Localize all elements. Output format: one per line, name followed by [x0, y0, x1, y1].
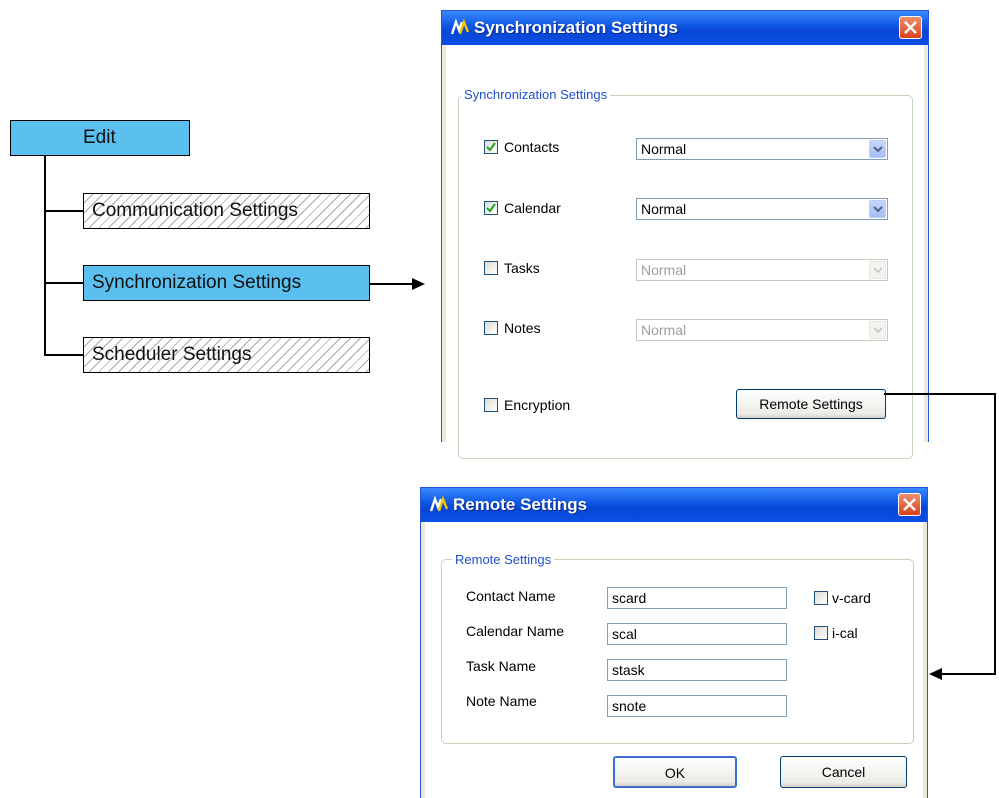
checkmark-icon — [486, 142, 496, 152]
connector-line — [994, 393, 996, 675]
notes-label: Notes — [504, 320, 541, 336]
tree-trunk — [44, 156, 46, 355]
contacts-mode-select[interactable]: Normal — [636, 138, 888, 160]
connector-line — [884, 393, 996, 395]
calendar-checkbox[interactable] — [484, 201, 498, 215]
window-title: Synchronization Settings — [474, 18, 679, 37]
app-logo-icon — [429, 495, 449, 512]
contacts-checkbox[interactable] — [484, 140, 498, 154]
note-name-input[interactable]: snote — [607, 695, 787, 717]
contact-name-input[interactable]: scard — [607, 587, 787, 609]
remote-settings-button[interactable]: Remote Settings — [736, 389, 886, 419]
arrow-right-icon — [412, 278, 425, 290]
calendar-label: Calendar — [504, 200, 561, 216]
select-value: Normal — [641, 322, 687, 338]
app-logo-icon — [450, 18, 470, 35]
vcard-label: v-card — [832, 590, 871, 606]
contacts-label: Contacts — [504, 139, 560, 155]
window-title: Remote Settings — [453, 495, 588, 514]
remote-settings-window: Remote Settings Remote Settings Contact … — [420, 487, 928, 798]
ical-checkbox[interactable] — [814, 626, 828, 640]
notes-checkbox[interactable] — [484, 321, 498, 335]
close-button[interactable] — [898, 493, 921, 516]
dropdown-arrow-icon — [869, 321, 886, 339]
tree-item-synchronization-settings[interactable]: Synchronization Settings — [83, 265, 370, 301]
contact-name-label: Contact Name — [466, 588, 556, 604]
title-bar: Remote Settings — [421, 488, 927, 522]
tasks-checkbox[interactable] — [484, 261, 498, 275]
calendar-mode-select[interactable]: Normal — [636, 198, 888, 220]
tree-branch — [44, 354, 83, 356]
select-value: Normal — [641, 201, 687, 217]
dropdown-arrow-icon — [869, 261, 886, 279]
calendar-name-input[interactable]: scal — [607, 623, 787, 645]
encryption-label: Encryption — [504, 397, 571, 413]
group-title: Remote Settings — [452, 552, 555, 567]
synchronization-settings-window: Synchronization Settings Synchronization… — [441, 10, 929, 459]
task-name-label: Task Name — [466, 658, 537, 674]
close-button[interactable] — [899, 16, 922, 39]
tree-root-edit[interactable]: Edit — [10, 120, 190, 156]
tree-branch — [44, 282, 83, 284]
encryption-checkbox[interactable] — [484, 398, 498, 412]
window-body: Remote Settings Contact Name scard Calen… — [425, 522, 923, 798]
connector-line — [940, 673, 996, 675]
checkmark-icon — [486, 203, 496, 213]
notes-mode-select[interactable]: Normal — [636, 319, 888, 341]
title-bar: Synchronization Settings — [442, 11, 928, 45]
select-value: Normal — [641, 141, 687, 157]
close-icon — [903, 498, 916, 511]
close-icon — [904, 21, 917, 34]
dropdown-arrow-icon[interactable] — [869, 140, 886, 158]
tree-branch — [44, 210, 83, 212]
ok-button[interactable]: OK — [613, 756, 737, 788]
vcard-checkbox[interactable] — [814, 591, 828, 605]
connector-line — [370, 283, 414, 285]
ical-label: i-cal — [832, 625, 858, 641]
dropdown-arrow-icon[interactable] — [869, 200, 886, 218]
tasks-mode-select[interactable]: Normal — [636, 259, 888, 281]
tasks-label: Tasks — [504, 260, 540, 276]
arrow-left-icon — [929, 668, 942, 680]
window-body: Synchronization Settings Contacts Normal… — [446, 45, 924, 459]
note-name-label: Note Name — [466, 693, 537, 709]
tree-item-scheduler-settings[interactable]: Scheduler Settings — [83, 337, 370, 373]
select-value: Normal — [641, 262, 687, 278]
group-title: Synchronization Settings — [461, 87, 611, 102]
cancel-button[interactable]: Cancel — [780, 756, 907, 788]
calendar-name-label: Calendar Name — [466, 623, 565, 639]
tree-item-communication-settings[interactable]: Communication Settings — [83, 193, 370, 229]
task-name-input[interactable]: stask — [607, 659, 787, 681]
